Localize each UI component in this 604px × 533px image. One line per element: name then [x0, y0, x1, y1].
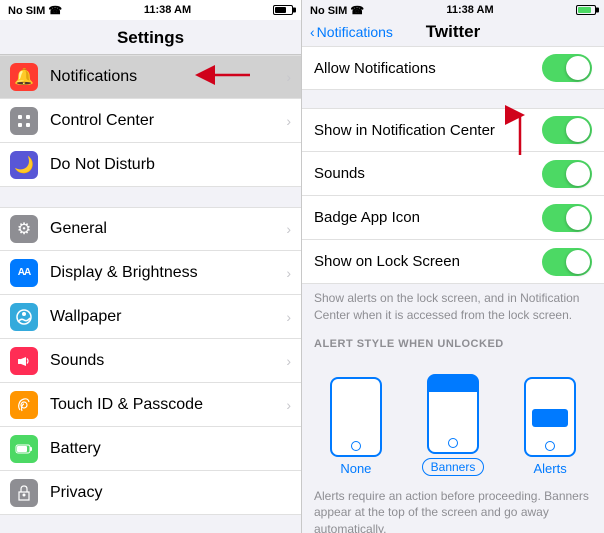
left-carrier: No SIM ☎: [8, 4, 62, 17]
settings-item-notifications[interactable]: 🔔 Notifications ›: [0, 55, 301, 99]
notifications-label: Notifications: [50, 68, 286, 86]
show-lock-screen-toggle[interactable]: [542, 248, 592, 276]
chevron-icon: ›: [286, 309, 291, 325]
settings-list: 🔔 Notifications › Control Center: [0, 55, 301, 533]
show-lock-screen-row[interactable]: Show on Lock Screen: [302, 240, 604, 284]
right-battery-icon: [576, 4, 596, 16]
touch-id-icon: [10, 391, 38, 419]
banners-label: Banners: [422, 458, 485, 476]
alert-style-section: None Banners: [302, 354, 604, 482]
section-gap-1: [302, 90, 604, 108]
lock-screen-info: Show alerts on the lock screen, and in N…: [302, 284, 604, 330]
alert-style-alerts[interactable]: Alerts: [524, 377, 576, 476]
sounds-label: Sounds: [50, 352, 286, 370]
allow-notifications-row[interactable]: Allow Notifications: [302, 46, 604, 90]
back-chevron-icon: ‹: [310, 24, 315, 40]
sounds-icon: [10, 347, 38, 375]
twitter-notifications-panel: No SIM ☎ 11:38 AM ‹ Notifications Twitte…: [302, 0, 604, 533]
chevron-icon: ›: [286, 221, 291, 237]
sounds-toggle[interactable]: [542, 160, 592, 188]
page-title: Twitter: [426, 22, 480, 42]
settings-item-general[interactable]: ⚙ General ›: [0, 207, 301, 251]
sounds-label: Sounds: [314, 165, 542, 182]
privacy-label: Privacy: [50, 484, 291, 502]
control-center-label: Control Center: [50, 112, 286, 130]
left-time: 11:38 AM: [144, 4, 191, 16]
notifications-icon: 🔔: [10, 63, 38, 91]
settings-item-do-not-disturb[interactable]: 🌙 Do Not Disturb: [0, 143, 301, 187]
settings-item-display[interactable]: AA Display & Brightness ›: [0, 251, 301, 295]
right-status-bar: No SIM ☎ 11:38 AM: [302, 0, 604, 20]
sounds-row[interactable]: Sounds: [302, 152, 604, 196]
banners-phone-mockup: [427, 374, 479, 454]
right-carrier: No SIM ☎: [310, 4, 364, 17]
chevron-icon: ›: [286, 353, 291, 369]
left-status-bar: No SIM ☎ 11:38 AM: [0, 0, 301, 20]
display-label: Display & Brightness: [50, 264, 286, 282]
settings-group-1: 🔔 Notifications › Control Center: [0, 55, 301, 187]
chevron-icon: ›: [286, 265, 291, 281]
section-divider-2: [0, 515, 301, 533]
allow-notifications-label: Allow Notifications: [314, 60, 542, 77]
settings-item-sounds[interactable]: Sounds ›: [0, 339, 301, 383]
back-button[interactable]: ‹ Notifications: [310, 24, 393, 40]
right-time: 11:38 AM: [446, 4, 493, 16]
do-not-disturb-icon: 🌙: [10, 151, 38, 179]
settings-group-2: ⚙ General › AA Display & Brightness ›: [0, 207, 301, 515]
alert-style-header: ALERT STYLE WHEN UNLOCKED: [302, 330, 604, 354]
badge-app-icon-row[interactable]: Badge App Icon: [302, 196, 604, 240]
chevron-icon: ›: [286, 69, 291, 85]
show-lock-screen-label: Show on Lock Screen: [314, 253, 542, 270]
badge-app-icon-toggle[interactable]: [542, 204, 592, 232]
alert-style-none[interactable]: None: [330, 377, 382, 476]
general-label: General: [50, 220, 286, 238]
section-divider-1: [0, 187, 301, 207]
battery-icon-settings: [10, 435, 38, 463]
control-center-icon: [10, 107, 38, 135]
show-notification-center-label: Show in Notification Center: [314, 122, 542, 139]
none-label: None: [340, 461, 371, 476]
chevron-icon: ›: [286, 113, 291, 129]
alerts-phone-mockup: [524, 377, 576, 457]
settings-item-wallpaper[interactable]: Wallpaper ›: [0, 295, 301, 339]
wallpaper-label: Wallpaper: [50, 308, 286, 326]
left-battery-icon: [273, 5, 293, 15]
right-content: Allow Notifications Show in Notification…: [302, 46, 604, 533]
settings-item-touch-id[interactable]: Touch ID & Passcode ›: [0, 383, 301, 427]
alerts-label: Alerts: [533, 461, 566, 476]
none-phone-mockup: [330, 377, 382, 457]
settings-title: Settings: [0, 20, 301, 55]
settings-panel: No SIM ☎ 11:38 AM Settings 🔔 Notificatio…: [0, 0, 302, 533]
show-notification-center-row[interactable]: Show in Notification Center: [302, 108, 604, 152]
privacy-icon: [10, 479, 38, 507]
general-icon: ⚙: [10, 215, 38, 243]
show-notification-center-toggle[interactable]: [542, 116, 592, 144]
settings-item-privacy[interactable]: Privacy: [0, 471, 301, 515]
badge-app-icon-label: Badge App Icon: [314, 209, 542, 226]
display-icon: AA: [10, 259, 38, 287]
chevron-icon: ›: [286, 397, 291, 413]
wallpaper-icon: [10, 303, 38, 331]
touch-id-label: Touch ID & Passcode: [50, 396, 286, 414]
allow-notifications-toggle[interactable]: [542, 54, 592, 82]
alert-info-text: Alerts require an action before proceedi…: [302, 482, 604, 533]
alert-style-row: None Banners: [302, 364, 604, 482]
alert-style-banners[interactable]: Banners: [422, 374, 485, 476]
back-label: Notifications: [317, 24, 393, 40]
right-nav: ‹ Notifications Twitter: [302, 20, 604, 46]
battery-label: Battery: [50, 440, 291, 458]
settings-item-control-center[interactable]: Control Center ›: [0, 99, 301, 143]
do-not-disturb-label: Do Not Disturb: [50, 156, 291, 174]
settings-item-battery[interactable]: Battery: [0, 427, 301, 471]
